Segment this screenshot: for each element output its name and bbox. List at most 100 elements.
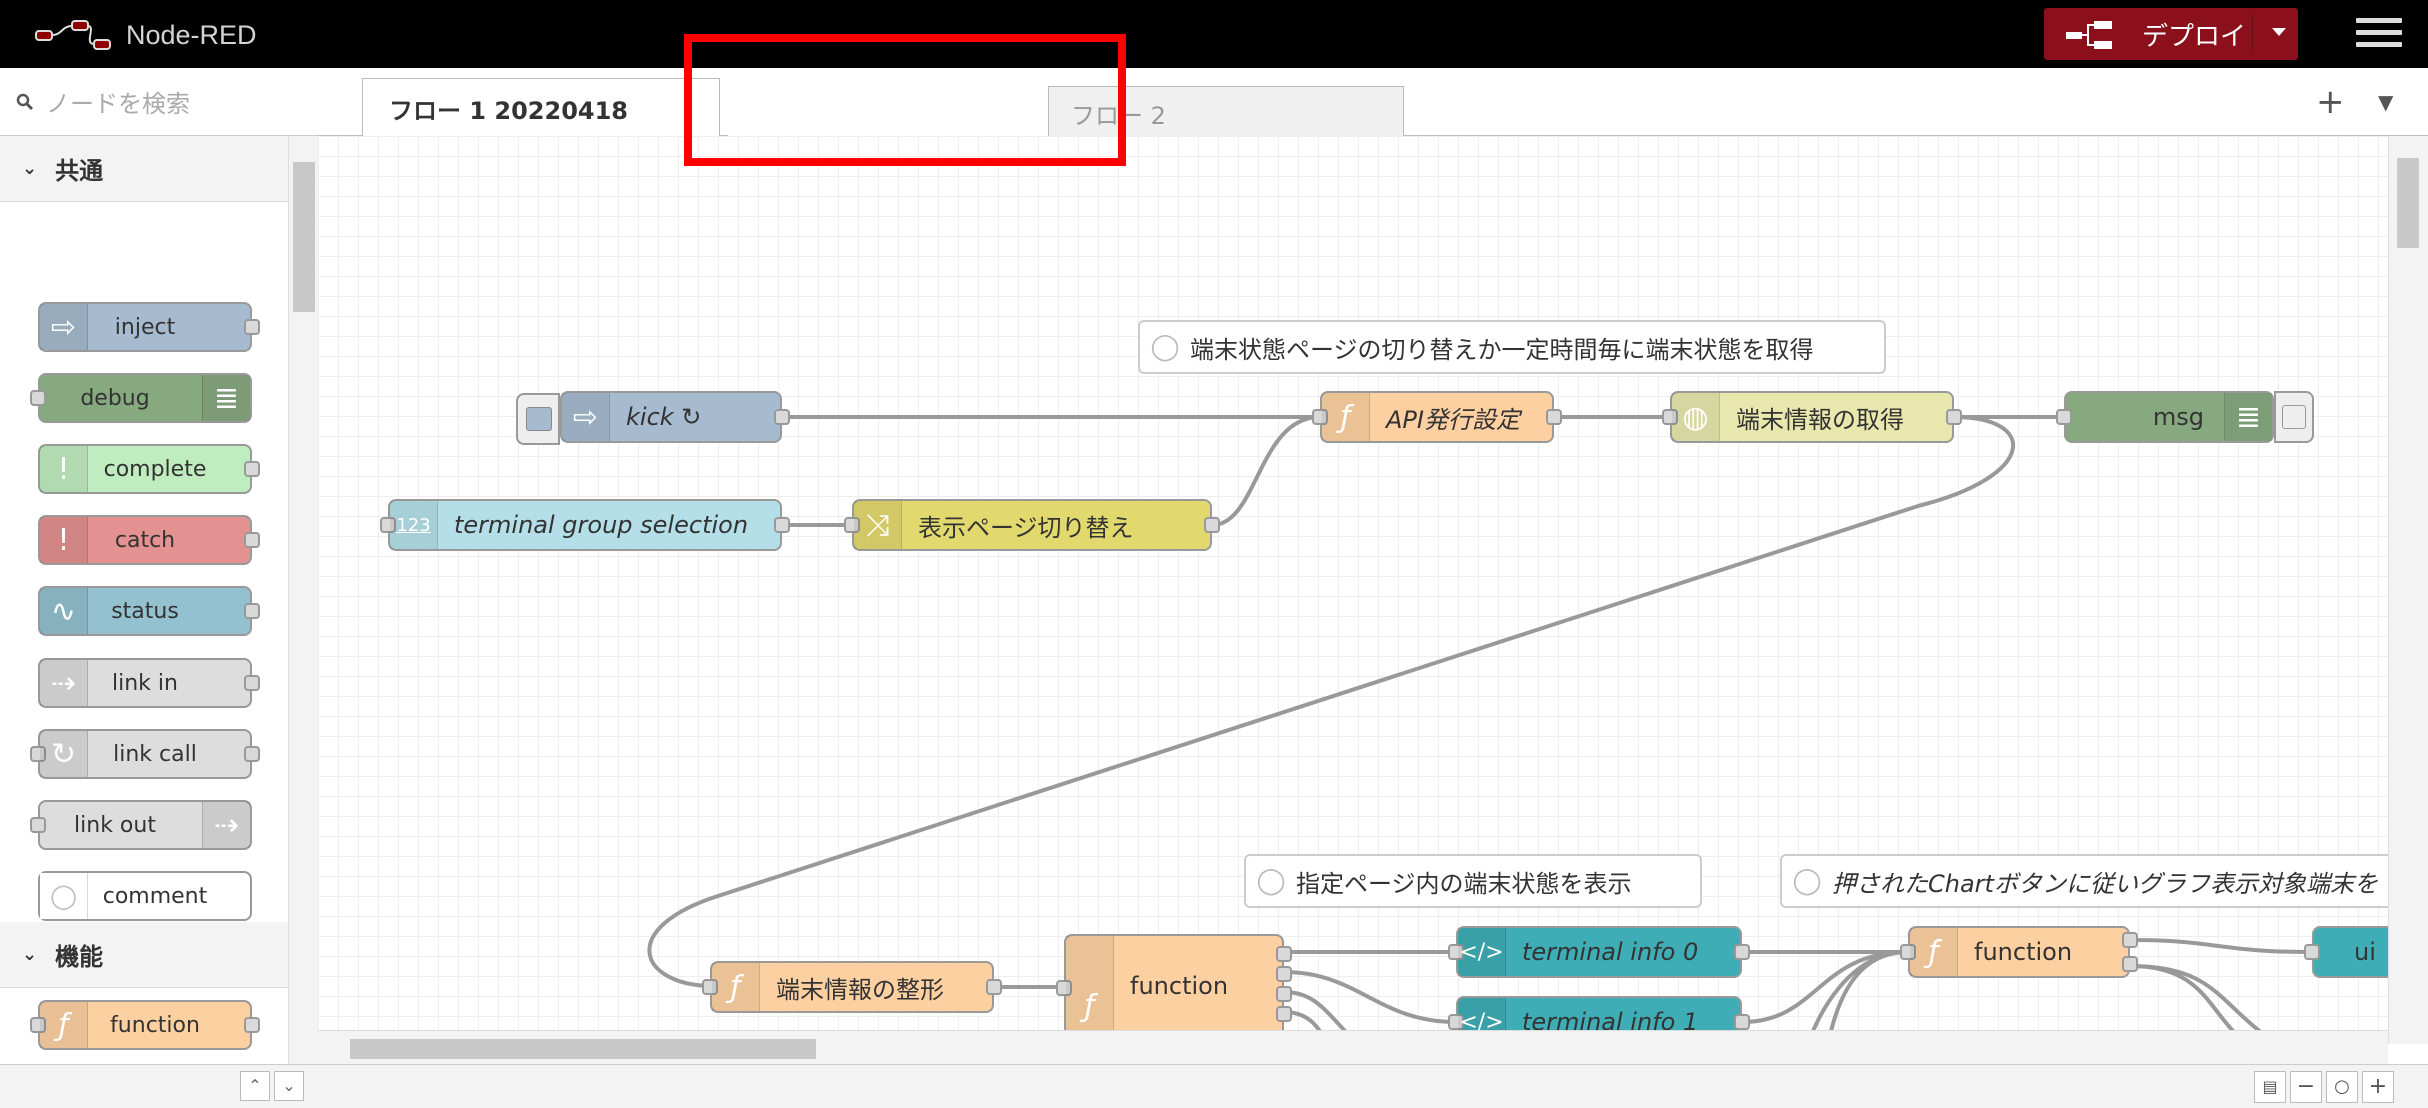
comment-node[interactable]: ◯ 押されたChartボタンに従いグラフ表示対象端末を bbox=[1780, 854, 2388, 908]
deploy-icon bbox=[2066, 21, 2112, 49]
input-port bbox=[2304, 944, 2320, 960]
comment-bubble-icon: ◯ bbox=[1256, 866, 1286, 896]
function-icon: ƒ bbox=[712, 963, 760, 1011]
node-label: 表示ページ切り替え bbox=[918, 513, 1134, 542]
tab-flow-2-container: フロー 2 bbox=[728, 78, 1404, 140]
function-node-chart[interactable]: ƒ function bbox=[1900, 926, 2138, 978]
comment-bubble-icon: ◯ bbox=[1150, 332, 1180, 362]
hamburger-icon-line bbox=[2356, 18, 2402, 23]
zoom-in-icon[interactable]: + bbox=[2362, 1071, 2394, 1103]
link-in-icon: ⇢ bbox=[40, 660, 88, 706]
function-node-format[interactable]: ƒ 端末情報の整形 bbox=[702, 961, 1002, 1013]
inject-arrow-icon: ⇨ bbox=[40, 304, 88, 350]
palette-scrollbar[interactable] bbox=[288, 136, 318, 1108]
workspace-footer: ▤ − ○ + bbox=[318, 1064, 2428, 1108]
exclamation-icon: ! bbox=[40, 517, 88, 563]
chevron-down-icon: ⌄ bbox=[22, 158, 38, 179]
function-icon: ƒ bbox=[40, 1002, 88, 1048]
output-port bbox=[774, 517, 790, 533]
palette-node-link-in[interactable]: ⇢ link in bbox=[38, 658, 260, 708]
inject-button[interactable] bbox=[516, 393, 560, 445]
horizontal-scroll-thumb[interactable] bbox=[350, 1039, 816, 1059]
ui-template-node-0[interactable]: </> terminal info 0 bbox=[1448, 926, 1750, 978]
http-request-node[interactable]: ◍ 端末情報の取得 bbox=[1662, 391, 1962, 443]
output-port bbox=[1734, 944, 1750, 960]
debug-node-msg[interactable]: msg ≣ bbox=[2056, 391, 2314, 443]
output-port bbox=[1276, 966, 1292, 982]
deploy-menu-caret-icon[interactable] bbox=[2270, 26, 2288, 38]
expand-all-icon[interactable]: ⌃ bbox=[240, 1071, 270, 1101]
debug-list-icon: ≣ bbox=[202, 375, 250, 421]
search-input[interactable]: ノードを検索 bbox=[46, 84, 190, 119]
node-label: link in bbox=[112, 670, 178, 696]
tab-flow-2[interactable]: フロー 2 bbox=[1048, 86, 1404, 140]
tab-label: フロー 1 20220418 bbox=[389, 96, 629, 125]
tab-menu-chevron-icon[interactable]: ▼ bbox=[2378, 90, 2393, 114]
zoom-reset-icon[interactable]: ○ bbox=[2326, 1071, 2358, 1103]
palette-node-complete[interactable]: ! complete bbox=[38, 444, 260, 494]
link-out-icon: ⇢ bbox=[202, 802, 250, 848]
node-label: terminal group selection bbox=[454, 511, 749, 539]
palette-node-link-out[interactable]: link out ⇢ bbox=[30, 800, 252, 850]
output-port bbox=[1276, 946, 1292, 962]
comment-bubble-icon: ◯ bbox=[40, 873, 88, 919]
collapse-all-icon[interactable]: ⌄ bbox=[274, 1071, 304, 1101]
change-node[interactable]: ⤨ 表示ページ切り替え bbox=[844, 499, 1220, 551]
node-red-logo-icon bbox=[35, 20, 111, 50]
output-port bbox=[1946, 409, 1962, 425]
comment-node[interactable]: ◯ 指定ページ内の端末状態を表示 bbox=[1244, 854, 1702, 908]
ui-node-partial[interactable]: ui bbox=[2304, 926, 2388, 978]
palette-common-nodes-cont: ⇢ link in ↻ link call link out ⇢ ◯ comme… bbox=[0, 642, 288, 922]
ui-dropdown-node[interactable]: 123 terminal group selection bbox=[380, 499, 790, 551]
navigator-map-icon[interactable]: ▤ bbox=[2254, 1071, 2286, 1103]
node-label: link call bbox=[113, 741, 197, 767]
palette-node-status[interactable]: ∿ status bbox=[38, 586, 260, 636]
palette-node-inject[interactable]: ⇨ inject bbox=[38, 302, 260, 352]
function-node-api[interactable]: ƒ API発行設定 bbox=[1312, 391, 1562, 443]
palette-common-nodes: ⇨ inject debug ≣ ! complete ! catch ∿ st… bbox=[0, 202, 288, 642]
palette-category-common[interactable]: ⌄ 共通 bbox=[0, 136, 288, 202]
palette-footer: ⌃ ⌄ bbox=[0, 1064, 318, 1108]
pulse-icon: ∿ bbox=[40, 588, 88, 634]
canvas-vertical-scrollbar[interactable] bbox=[2388, 136, 2428, 1044]
debug-list-icon: ≣ bbox=[2224, 393, 2272, 441]
palette-node-function[interactable]: ƒ function bbox=[30, 1000, 260, 1050]
category-label: 機能 bbox=[55, 943, 104, 971]
vertical-scroll-thumb[interactable] bbox=[2397, 158, 2419, 248]
palette-search[interactable]: ノードを検索 bbox=[0, 68, 318, 136]
inject-node-kick[interactable]: ⇨ kick ↻ bbox=[516, 391, 790, 445]
app-title: Node-RED bbox=[126, 19, 257, 50]
palette-node-debug[interactable]: debug ≣ bbox=[30, 373, 252, 423]
palette-node-comment[interactable]: ◯ comment bbox=[38, 871, 252, 921]
debug-toggle-button[interactable] bbox=[2274, 391, 2314, 443]
tab-label: フロー 2 bbox=[1071, 101, 1166, 130]
comment-node[interactable]: ◯ 端末状態ページの切り替えか一定時間毎に端末状態を取得 bbox=[1138, 320, 1886, 374]
input-port bbox=[30, 390, 46, 406]
add-flow-icon[interactable]: + bbox=[2316, 82, 2345, 122]
node-label: 端末情報の取得 bbox=[1736, 405, 1904, 434]
function-node-multi-output[interactable]: ƒ function bbox=[1056, 934, 1292, 1044]
palette-node-catch[interactable]: ! catch bbox=[38, 515, 260, 565]
function-icon: ƒ bbox=[1322, 393, 1370, 441]
zoom-out-icon[interactable]: − bbox=[2290, 1071, 2322, 1103]
function-icon: ƒ bbox=[1910, 928, 1958, 976]
code-icon: </> bbox=[1458, 928, 1506, 976]
palette-scroll-thumb[interactable] bbox=[293, 162, 315, 312]
header: Node-RED デプロイ bbox=[0, 0, 2428, 68]
palette-node-link-call[interactable]: ↻ link call bbox=[30, 729, 260, 779]
node-palette: ノードを検索 ⌄ 共通 ⇨ inject debug ≣ ! complete bbox=[0, 68, 318, 1108]
output-port bbox=[1276, 1006, 1292, 1022]
main-menu-button[interactable] bbox=[2356, 18, 2402, 52]
hamburger-icon-line bbox=[2356, 42, 2402, 47]
tab-flow-1[interactable]: フロー 1 20220418 bbox=[362, 78, 720, 137]
node-label: API発行設定 bbox=[1386, 405, 1520, 434]
palette-category-function[interactable]: ⌄ 機能 bbox=[0, 922, 288, 988]
output-port bbox=[986, 979, 1002, 995]
flow-canvas[interactable]: ◯ 端末状態ページの切り替えか一定時間毎に端末状態を取得 ◯ 指定ページ内の端末… bbox=[318, 136, 2388, 1044]
deploy-button[interactable]: デプロイ bbox=[2044, 8, 2298, 60]
node-label: debug bbox=[80, 385, 150, 411]
canvas-horizontal-scrollbar[interactable] bbox=[318, 1030, 2388, 1064]
output-port bbox=[774, 409, 790, 425]
globe-icon: ◍ bbox=[1672, 393, 1720, 441]
output-port bbox=[244, 532, 260, 548]
